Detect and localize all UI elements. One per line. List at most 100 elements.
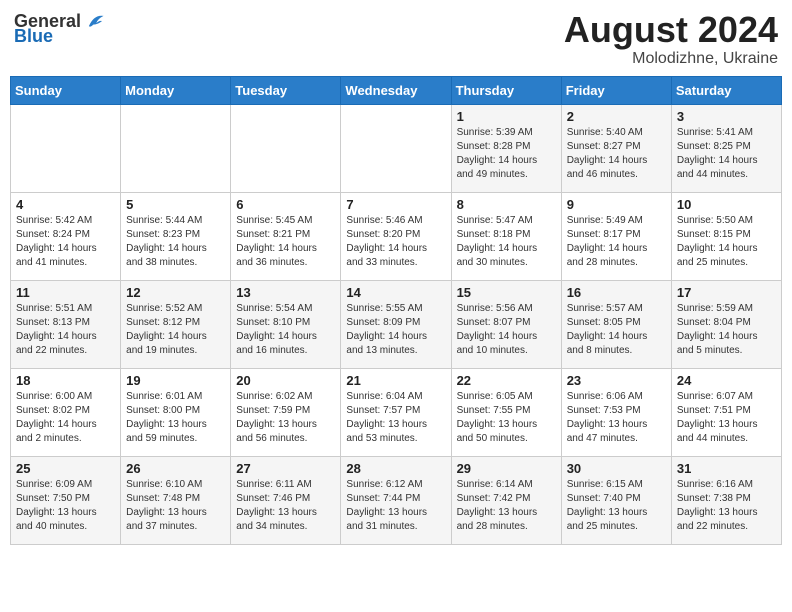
day-number: 2 (567, 109, 666, 124)
day-info: Sunrise: 6:16 AM Sunset: 7:38 PM Dayligh… (677, 478, 776, 534)
calendar-day-cell: 8Sunrise: 5:47 AM Sunset: 8:18 PM Daylig… (451, 192, 561, 280)
calendar-day-cell: 24 Sunrise: 6:07 AM Sunset: 7:51 PM Dayli… (671, 368, 781, 456)
calendar-week-row: 11Sunrise: 5:51 AM Sunset: 8:13 PM Dayli… (11, 280, 782, 368)
day-info: Sunrise: 5:59 AM Sunset: 8:04 PM Dayligh… (677, 302, 776, 358)
calendar-day-cell: 25 Sunrise: 6:09 AM Sunset: 7:50 PM Dayli… (11, 456, 121, 544)
day-info: Sunrise: 6:14 AM Sunset: 7:42 PM Dayligh… (457, 478, 556, 534)
day-number: 18 (16, 373, 115, 388)
day-info: Sunrise: 5:45 AM Sunset: 8:21 PM Dayligh… (236, 214, 335, 270)
day-of-week-header: Saturday (671, 76, 781, 104)
day-info: Sunrise: 5:41 AM Sunset: 8:25 PM Dayligh… (677, 126, 776, 182)
logo-blue: Blue (14, 26, 53, 47)
day-number: 26 (126, 461, 225, 476)
day-number: 31 (677, 461, 776, 476)
calendar-day-cell (231, 104, 341, 192)
calendar-day-cell: 14Sunrise: 5:55 AM Sunset: 8:09 PM Dayli… (341, 280, 451, 368)
day-info: Sunrise: 6:09 AM Sunset: 7:50 PM Dayligh… (16, 478, 115, 534)
day-info: Sunrise: 6:11 AM Sunset: 7:46 PM Dayligh… (236, 478, 335, 534)
calendar-day-cell: 18 Sunrise: 6:00 AM Sunset: 8:02 PM Dayli… (11, 368, 121, 456)
day-number: 24 (677, 373, 776, 388)
page-header: General Blue August 2024 Molodizhne, Ukr… (10, 10, 782, 68)
calendar-day-cell: 22Sunrise: 6:05 AM Sunset: 7:55 PM Dayli… (451, 368, 561, 456)
logo-bird-icon (83, 10, 105, 32)
day-number: 10 (677, 197, 776, 212)
day-number: 17 (677, 285, 776, 300)
day-number: 29 (457, 461, 556, 476)
day-info: Sunrise: 6:12 AM Sunset: 7:44 PM Dayligh… (346, 478, 445, 534)
day-info: Sunrise: 5:49 AM Sunset: 8:17 PM Dayligh… (567, 214, 666, 270)
calendar-day-cell: 30 Sunrise: 6:15 AM Sunset: 7:40 PM Dayli… (561, 456, 671, 544)
location-subtitle: Molodizhne, Ukraine (564, 50, 778, 68)
day-of-week-header: Wednesday (341, 76, 451, 104)
day-info: Sunrise: 5:52 AM Sunset: 8:12 PM Dayligh… (126, 302, 225, 358)
calendar-day-cell: 4Sunrise: 5:42 AM Sunset: 8:24 PM Daylig… (11, 192, 121, 280)
calendar-day-cell: 6 Sunrise: 5:45 AM Sunset: 8:21 PM Daylig… (231, 192, 341, 280)
calendar-day-cell: 10 Sunrise: 5:50 AM Sunset: 8:15 PM Dayli… (671, 192, 781, 280)
calendar-week-row: 18 Sunrise: 6:00 AM Sunset: 8:02 PM Dayli… (11, 368, 782, 456)
day-info: Sunrise: 5:44 AM Sunset: 8:23 PM Dayligh… (126, 214, 225, 270)
day-number: 12 (126, 285, 225, 300)
day-info: Sunrise: 6:01 AM Sunset: 8:00 PM Dayligh… (126, 390, 225, 446)
calendar-week-row: 1 Sunrise: 5:39 AM Sunset: 8:28 PM Daylig… (11, 104, 782, 192)
day-of-week-header: Sunday (11, 76, 121, 104)
day-info: Sunrise: 6:02 AM Sunset: 7:59 PM Dayligh… (236, 390, 335, 446)
logo: General Blue (14, 10, 105, 47)
day-of-week-header: Tuesday (231, 76, 341, 104)
day-number: 30 (567, 461, 666, 476)
day-of-week-header: Friday (561, 76, 671, 104)
calendar-day-cell: 27 Sunrise: 6:11 AM Sunset: 7:46 PM Dayli… (231, 456, 341, 544)
calendar-day-cell: 20 Sunrise: 6:02 AM Sunset: 7:59 PM Dayli… (231, 368, 341, 456)
calendar-day-cell: 19 Sunrise: 6:01 AM Sunset: 8:00 PM Dayli… (121, 368, 231, 456)
day-info: Sunrise: 5:57 AM Sunset: 8:05 PM Dayligh… (567, 302, 666, 358)
day-info: Sunrise: 6:06 AM Sunset: 7:53 PM Dayligh… (567, 390, 666, 446)
day-number: 23 (567, 373, 666, 388)
day-number: 5 (126, 197, 225, 212)
calendar-day-cell: 31 Sunrise: 6:16 AM Sunset: 7:38 PM Dayli… (671, 456, 781, 544)
calendar-day-cell: 13 Sunrise: 5:54 AM Sunset: 8:10 PM Dayli… (231, 280, 341, 368)
title-section: August 2024 Molodizhne, Ukraine (564, 10, 778, 68)
day-number: 28 (346, 461, 445, 476)
day-number: 19 (126, 373, 225, 388)
calendar-day-cell: 29 Sunrise: 6:14 AM Sunset: 7:42 PM Dayli… (451, 456, 561, 544)
day-number: 6 (236, 197, 335, 212)
day-info: Sunrise: 6:00 AM Sunset: 8:02 PM Dayligh… (16, 390, 115, 446)
month-year-title: August 2024 (564, 10, 778, 50)
calendar-table: SundayMondayTuesdayWednesdayThursdayFrid… (10, 76, 782, 545)
day-info: Sunrise: 5:40 AM Sunset: 8:27 PM Dayligh… (567, 126, 666, 182)
day-number: 13 (236, 285, 335, 300)
day-info: Sunrise: 6:10 AM Sunset: 7:48 PM Dayligh… (126, 478, 225, 534)
day-info: Sunrise: 5:42 AM Sunset: 8:24 PM Dayligh… (16, 214, 115, 270)
calendar-day-cell: 2 Sunrise: 5:40 AM Sunset: 8:27 PM Daylig… (561, 104, 671, 192)
day-number: 16 (567, 285, 666, 300)
calendar-day-cell: 28 Sunrise: 6:12 AM Sunset: 7:44 PM Dayli… (341, 456, 451, 544)
calendar-day-cell: 21 Sunrise: 6:04 AM Sunset: 7:57 PM Dayli… (341, 368, 451, 456)
day-number: 20 (236, 373, 335, 388)
calendar-day-cell: 3 Sunrise: 5:41 AM Sunset: 8:25 PM Daylig… (671, 104, 781, 192)
day-of-week-header: Thursday (451, 76, 561, 104)
calendar-day-cell: 11Sunrise: 5:51 AM Sunset: 8:13 PM Dayli… (11, 280, 121, 368)
day-info: Sunrise: 5:46 AM Sunset: 8:20 PM Dayligh… (346, 214, 445, 270)
day-info: Sunrise: 5:54 AM Sunset: 8:10 PM Dayligh… (236, 302, 335, 358)
day-info: Sunrise: 6:15 AM Sunset: 7:40 PM Dayligh… (567, 478, 666, 534)
day-info: Sunrise: 5:50 AM Sunset: 8:15 PM Dayligh… (677, 214, 776, 270)
day-info: Sunrise: 6:04 AM Sunset: 7:57 PM Dayligh… (346, 390, 445, 446)
calendar-day-cell (11, 104, 121, 192)
day-info: Sunrise: 5:47 AM Sunset: 8:18 PM Dayligh… (457, 214, 556, 270)
day-number: 21 (346, 373, 445, 388)
calendar-day-cell: 16 Sunrise: 5:57 AM Sunset: 8:05 PM Dayli… (561, 280, 671, 368)
day-info: Sunrise: 5:39 AM Sunset: 8:28 PM Dayligh… (457, 126, 556, 182)
calendar-day-cell: 15Sunrise: 5:56 AM Sunset: 8:07 PM Dayli… (451, 280, 561, 368)
day-number: 1 (457, 109, 556, 124)
day-number: 22 (457, 373, 556, 388)
day-number: 25 (16, 461, 115, 476)
calendar-day-cell (341, 104, 451, 192)
calendar-day-cell: 1 Sunrise: 5:39 AM Sunset: 8:28 PM Daylig… (451, 104, 561, 192)
calendar-day-cell: 5 Sunrise: 5:44 AM Sunset: 8:23 PM Daylig… (121, 192, 231, 280)
calendar-day-cell: 12 Sunrise: 5:52 AM Sunset: 8:12 PM Dayli… (121, 280, 231, 368)
day-number: 3 (677, 109, 776, 124)
day-number: 15 (457, 285, 556, 300)
day-number: 27 (236, 461, 335, 476)
calendar-week-row: 4Sunrise: 5:42 AM Sunset: 8:24 PM Daylig… (11, 192, 782, 280)
calendar-week-row: 25 Sunrise: 6:09 AM Sunset: 7:50 PM Dayli… (11, 456, 782, 544)
day-info: Sunrise: 6:07 AM Sunset: 7:51 PM Dayligh… (677, 390, 776, 446)
